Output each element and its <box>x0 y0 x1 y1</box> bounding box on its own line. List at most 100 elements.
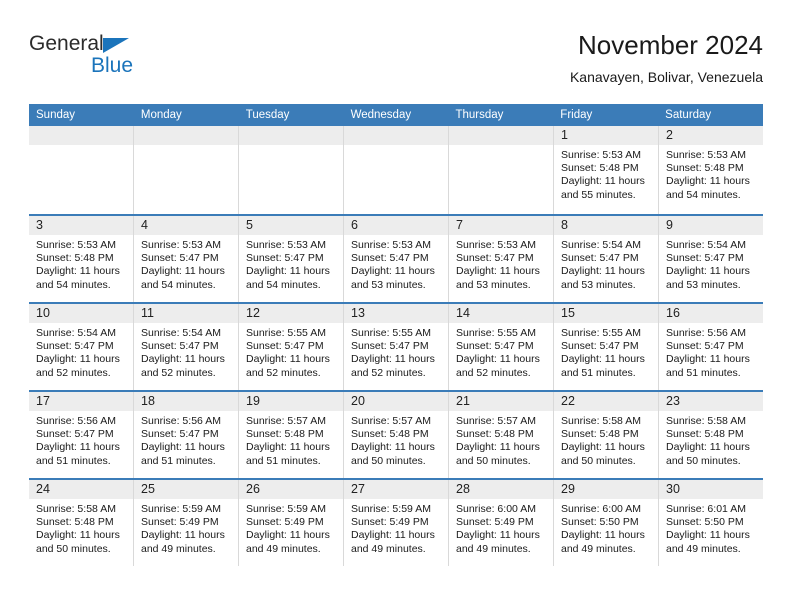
sunrise-text: Sunrise: 5:58 AM <box>36 503 116 515</box>
day-details: Sunrise: 5:53 AM Sunset: 5:47 PM Daylight:… <box>134 235 238 292</box>
calendar-day-cell[interactable]: 16 Sunrise: 5:56 AM Sunset: 5:47 PM Dayligh… <box>659 304 763 390</box>
calendar-day-cell[interactable]: 8 Sunrise: 5:54 AM Sunset: 5:47 PM Daylight… <box>554 216 659 302</box>
daylight-text: Daylight: 11 hours and 52 minutes. <box>246 353 330 379</box>
sunrise-text: Sunrise: 5:53 AM <box>36 239 116 251</box>
weeks-container: 1 Sunrise: 5:53 AM Sunset: 5:48 PM Daylight… <box>29 126 763 566</box>
day-number: 11 <box>134 304 238 323</box>
calendar-grid: Sunday Monday Tuesday Wednesday Thursday… <box>29 104 763 566</box>
calendar-day-cell[interactable]: 25 Sunrise: 5:59 AM Sunset: 5:49 PM Dayligh… <box>134 480 239 566</box>
daylight-text: Daylight: 11 hours and 52 minutes. <box>36 353 120 379</box>
sunset-text: Sunset: 5:50 PM <box>666 516 744 529</box>
sunrise-text: Sunrise: 5:53 AM <box>561 149 641 161</box>
calendar-day-cell[interactable]: 3 Sunrise: 5:53 AM Sunset: 5:48 PM Daylight… <box>29 216 134 302</box>
day-details: Sunrise: 5:57 AM Sunset: 5:48 PM Daylight:… <box>344 411 448 468</box>
calendar-day-cell-empty <box>344 126 449 214</box>
daylight-text: Daylight: 11 hours and 53 minutes. <box>561 265 645 291</box>
daylight-text: Daylight: 11 hours and 55 minutes. <box>561 175 645 201</box>
calendar-day-cell[interactable]: 15 Sunrise: 5:55 AM Sunset: 5:47 PM Dayligh… <box>554 304 659 390</box>
calendar-day-cell[interactable]: 29 Sunrise: 6:00 AM Sunset: 5:50 PM Dayligh… <box>554 480 659 566</box>
daylight-text: Daylight: 11 hours and 49 minutes. <box>246 529 330 555</box>
calendar-week-row: 10 Sunrise: 5:54 AM Sunset: 5:47 PM Dayligh… <box>29 302 763 390</box>
day-number: 10 <box>29 304 133 323</box>
day-details: Sunrise: 5:56 AM Sunset: 5:47 PM Daylight:… <box>29 411 133 468</box>
calendar-day-cell[interactable]: 20 Sunrise: 5:57 AM Sunset: 5:48 PM Dayligh… <box>344 392 449 478</box>
sunset-text: Sunset: 5:47 PM <box>666 340 744 353</box>
general-blue-logo[interactable]: General Blue <box>29 30 249 86</box>
calendar-day-cell[interactable]: 21 Sunrise: 5:57 AM Sunset: 5:48 PM Dayligh… <box>449 392 554 478</box>
calendar-day-cell[interactable]: 5 Sunrise: 5:53 AM Sunset: 5:47 PM Daylight… <box>239 216 344 302</box>
day-number: 3 <box>29 216 133 235</box>
calendar-day-cell[interactable]: 2 Sunrise: 5:53 AM Sunset: 5:48 PM Daylight… <box>659 126 763 214</box>
day-details: Sunrise: 5:55 AM Sunset: 5:47 PM Daylight:… <box>344 323 448 380</box>
calendar-day-cell[interactable]: 7 Sunrise: 5:53 AM Sunset: 5:47 PM Daylight… <box>449 216 554 302</box>
daylight-text: Daylight: 11 hours and 54 minutes. <box>36 265 120 291</box>
calendar-day-cell[interactable]: 13 Sunrise: 5:55 AM Sunset: 5:47 PM Dayligh… <box>344 304 449 390</box>
day-number: 2 <box>659 126 763 145</box>
calendar-day-cell[interactable]: 18 Sunrise: 5:56 AM Sunset: 5:47 PM Dayligh… <box>134 392 239 478</box>
calendar-day-cell[interactable]: 19 Sunrise: 5:57 AM Sunset: 5:48 PM Dayligh… <box>239 392 344 478</box>
calendar-day-cell[interactable]: 6 Sunrise: 5:53 AM Sunset: 5:47 PM Daylight… <box>344 216 449 302</box>
day-number: 9 <box>659 216 763 235</box>
calendar-day-cell[interactable]: 1 Sunrise: 5:53 AM Sunset: 5:48 PM Daylight… <box>554 126 659 214</box>
calendar-day-cell[interactable]: 11 Sunrise: 5:54 AM Sunset: 5:47 PM Dayligh… <box>134 304 239 390</box>
calendar-day-cell[interactable]: 12 Sunrise: 5:55 AM Sunset: 5:47 PM Dayligh… <box>239 304 344 390</box>
day-details: Sunrise: 6:01 AM Sunset: 5:50 PM Daylight:… <box>659 499 763 556</box>
daylight-text: Daylight: 11 hours and 50 minutes. <box>666 441 750 467</box>
sunrise-text: Sunrise: 5:55 AM <box>246 327 326 339</box>
day-number: 24 <box>29 480 133 499</box>
logo-text-general: General <box>29 32 104 55</box>
weekday-header-monday: Monday <box>140 109 182 121</box>
sunrise-text: Sunrise: 5:56 AM <box>36 415 116 427</box>
masthead: General Blue November 2024 Kanavayen, Bo… <box>29 30 763 102</box>
calendar-day-cell[interactable]: 26 Sunrise: 5:59 AM Sunset: 5:49 PM Dayligh… <box>239 480 344 566</box>
daylight-text: Daylight: 11 hours and 49 minutes. <box>141 529 225 555</box>
calendar-day-cell[interactable]: 27 Sunrise: 5:59 AM Sunset: 5:49 PM Dayligh… <box>344 480 449 566</box>
day-number <box>134 126 238 145</box>
daylight-text: Daylight: 11 hours and 53 minutes. <box>456 265 540 291</box>
calendar-day-cell[interactable]: 4 Sunrise: 5:53 AM Sunset: 5:47 PM Daylight… <box>134 216 239 302</box>
sunrise-text: Sunrise: 5:54 AM <box>36 327 116 339</box>
sunrise-text: Sunrise: 5:57 AM <box>246 415 326 427</box>
daylight-text: Daylight: 11 hours and 49 minutes. <box>561 529 645 555</box>
daylight-text: Daylight: 11 hours and 50 minutes. <box>36 529 120 555</box>
calendar-day-cell[interactable]: 23 Sunrise: 5:58 AM Sunset: 5:48 PM Dayligh… <box>659 392 763 478</box>
day-details: Sunrise: 5:58 AM Sunset: 5:48 PM Daylight:… <box>29 499 133 556</box>
sunrise-text: Sunrise: 6:00 AM <box>456 503 536 515</box>
calendar-day-cell[interactable]: 24 Sunrise: 5:58 AM Sunset: 5:48 PM Dayligh… <box>29 480 134 566</box>
calendar-day-cell[interactable]: 30 Sunrise: 6:01 AM Sunset: 5:50 PM Dayligh… <box>659 480 763 566</box>
day-number: 13 <box>344 304 448 323</box>
daylight-text: Daylight: 11 hours and 50 minutes. <box>351 441 435 467</box>
sunset-text: Sunset: 5:47 PM <box>456 252 534 265</box>
sunrise-text: Sunrise: 5:55 AM <box>561 327 641 339</box>
sunrise-text: Sunrise: 5:58 AM <box>666 415 746 427</box>
triangle-icon <box>103 38 129 53</box>
day-number: 30 <box>659 480 763 499</box>
day-details: Sunrise: 5:58 AM Sunset: 5:48 PM Daylight:… <box>659 411 763 468</box>
title-block: November 2024 Kanavayen, Bolivar, Venezu… <box>570 30 763 85</box>
day-number: 27 <box>344 480 448 499</box>
calendar-day-cell[interactable]: 10 Sunrise: 5:54 AM Sunset: 5:47 PM Dayligh… <box>29 304 134 390</box>
sunrise-text: Sunrise: 5:59 AM <box>141 503 221 515</box>
sunset-text: Sunset: 5:48 PM <box>36 252 114 265</box>
day-number: 16 <box>659 304 763 323</box>
calendar-day-cell[interactable]: 17 Sunrise: 5:56 AM Sunset: 5:47 PM Dayligh… <box>29 392 134 478</box>
day-details: Sunrise: 5:53 AM Sunset: 5:48 PM Daylight:… <box>29 235 133 292</box>
sunrise-text: Sunrise: 5:59 AM <box>246 503 326 515</box>
weekday-header-tuesday: Tuesday <box>245 109 290 121</box>
logo-text-blue: Blue <box>91 54 134 77</box>
calendar-day-cell[interactable]: 9 Sunrise: 5:54 AM Sunset: 5:47 PM Daylight… <box>659 216 763 302</box>
day-number <box>239 126 343 145</box>
daylight-text: Daylight: 11 hours and 51 minutes. <box>561 353 645 379</box>
weekday-header-wednesday: Wednesday <box>350 109 412 121</box>
day-number: 28 <box>449 480 553 499</box>
sunrise-text: Sunrise: 5:54 AM <box>141 327 221 339</box>
day-number: 12 <box>239 304 343 323</box>
calendar-day-cell[interactable]: 28 Sunrise: 6:00 AM Sunset: 5:49 PM Dayligh… <box>449 480 554 566</box>
day-details: Sunrise: 5:53 AM Sunset: 5:47 PM Daylight:… <box>344 235 448 292</box>
sunset-text: Sunset: 5:48 PM <box>666 428 744 441</box>
calendar-day-cell[interactable]: 14 Sunrise: 5:55 AM Sunset: 5:47 PM Dayligh… <box>449 304 554 390</box>
calendar-day-cell[interactable]: 22 Sunrise: 5:58 AM Sunset: 5:48 PM Dayligh… <box>554 392 659 478</box>
sunrise-text: Sunrise: 5:59 AM <box>351 503 431 515</box>
day-number <box>344 126 448 145</box>
calendar-week-row: 24 Sunrise: 5:58 AM Sunset: 5:48 PM Dayligh… <box>29 478 763 566</box>
